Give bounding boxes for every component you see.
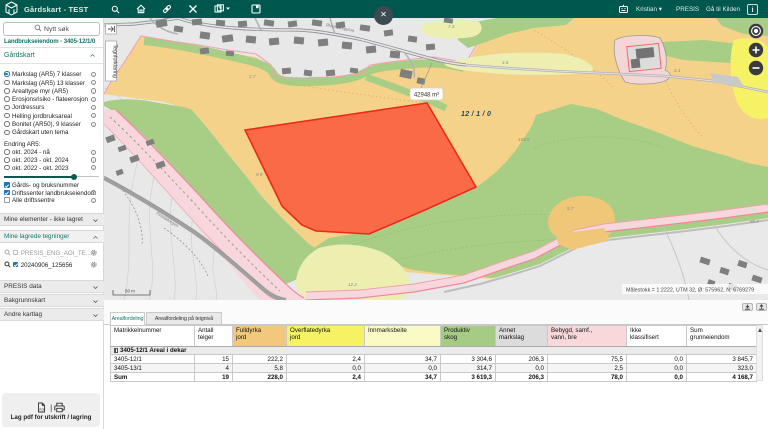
- svg-text:4.6: 4.6: [502, 60, 509, 65]
- svg-text:4.1: 4.1: [674, 68, 681, 73]
- svg-text:50 m: 50 m: [125, 289, 135, 294]
- svg-text:12.2: 12.2: [348, 282, 357, 287]
- svg-text:5.7: 5.7: [567, 206, 574, 211]
- svg-text:Tegnforklaring: Tegnforklaring: [112, 45, 118, 78]
- svg-text:9.9: 9.9: [256, 172, 263, 177]
- svg-text:42948 m²: 42948 m²: [414, 93, 439, 99]
- svg-text:2.7: 2.7: [248, 74, 256, 79]
- svg-text:PDF: PDF: [39, 408, 45, 412]
- svg-text:80.9: 80.9: [750, 219, 759, 224]
- svg-text:Målestokk = 1:2222, UTM 32, Ø:: Målestokk = 1:2222, UTM 32, Ø: 575962, N…: [626, 287, 754, 294]
- svg-text:12 / 1 / 0: 12 / 1 / 0: [461, 111, 491, 118]
- svg-text:7.4: 7.4: [448, 24, 455, 29]
- svg-text:165.5: 165.5: [518, 137, 530, 142]
